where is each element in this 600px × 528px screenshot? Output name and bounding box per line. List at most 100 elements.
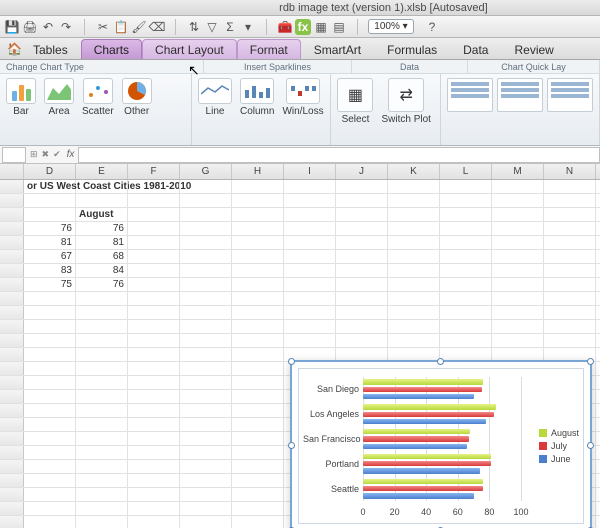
quick-layout-1[interactable]	[447, 78, 493, 112]
fx-icon[interactable]: fx	[295, 19, 311, 35]
quick-layout-3[interactable]	[547, 78, 593, 112]
cell[interactable]	[440, 320, 492, 333]
cell[interactable]	[492, 250, 544, 263]
cell[interactable]: 68	[76, 250, 128, 263]
chart-type-bar[interactable]: Bar	[6, 78, 36, 117]
cell[interactable]	[128, 334, 180, 347]
paint-icon[interactable]: ✂	[95, 19, 111, 35]
spreadsheet-grid[interactable]: D E F G H I J K L M N or US West Coast C…	[0, 164, 600, 528]
row-header[interactable]	[0, 208, 24, 221]
chart-bar[interactable]	[363, 479, 483, 484]
cell[interactable]	[336, 180, 388, 193]
cell[interactable]	[232, 404, 284, 417]
cell[interactable]	[24, 390, 76, 403]
cell[interactable]	[544, 250, 596, 263]
chart-bar[interactable]	[363, 436, 469, 441]
row-header[interactable]	[0, 432, 24, 445]
cell[interactable]	[76, 348, 128, 361]
cell[interactable]	[544, 208, 596, 221]
cell[interactable]	[128, 502, 180, 515]
cell[interactable]	[232, 222, 284, 235]
col-header[interactable]: D	[24, 164, 76, 179]
cell[interactable]	[232, 180, 284, 193]
cell[interactable]	[232, 502, 284, 515]
row-header[interactable]	[0, 180, 24, 193]
cell[interactable]	[24, 446, 76, 459]
resize-handle[interactable]	[288, 442, 295, 449]
col-header[interactable]: K	[388, 164, 440, 179]
row-header[interactable]	[0, 264, 24, 277]
cell[interactable]	[24, 432, 76, 445]
cell[interactable]	[492, 334, 544, 347]
row-header[interactable]	[0, 306, 24, 319]
cell[interactable]	[232, 474, 284, 487]
cell[interactable]	[180, 390, 232, 403]
sparkline-line[interactable]: Line	[198, 78, 232, 117]
cell[interactable]	[284, 236, 336, 249]
cell[interactable]	[388, 194, 440, 207]
cell[interactable]	[440, 334, 492, 347]
tab-review[interactable]: Review	[501, 39, 566, 59]
cell[interactable]	[76, 180, 128, 193]
cell[interactable]	[232, 334, 284, 347]
cell[interactable]	[128, 446, 180, 459]
cell[interactable]	[544, 236, 596, 249]
cell[interactable]	[128, 474, 180, 487]
cell[interactable]	[128, 390, 180, 403]
cell[interactable]	[544, 180, 596, 193]
cell[interactable]	[128, 194, 180, 207]
cell[interactable]	[232, 208, 284, 221]
row-header[interactable]	[0, 362, 24, 375]
cell[interactable]	[180, 418, 232, 431]
cell[interactable]	[76, 432, 128, 445]
chart-type-area[interactable]: Area	[44, 78, 74, 117]
cell[interactable]	[284, 292, 336, 305]
cell[interactable]	[544, 292, 596, 305]
cell[interactable]	[492, 180, 544, 193]
print-icon[interactable]: 🖨	[22, 19, 38, 35]
cell[interactable]	[76, 516, 128, 528]
row-header[interactable]	[0, 474, 24, 487]
cell[interactable]: 84	[76, 264, 128, 277]
cell[interactable]	[232, 418, 284, 431]
col-header[interactable]: I	[284, 164, 336, 179]
cell[interactable]	[24, 404, 76, 417]
cell[interactable]: 76	[24, 222, 76, 235]
cell[interactable]: 75	[24, 278, 76, 291]
cell[interactable]	[180, 446, 232, 459]
cell[interactable]	[180, 488, 232, 501]
row-header[interactable]	[0, 502, 24, 515]
cell[interactable]	[180, 334, 232, 347]
cell[interactable]	[492, 320, 544, 333]
cell[interactable]	[284, 250, 336, 263]
row-header[interactable]	[0, 320, 24, 333]
chart-bar[interactable]	[363, 444, 467, 449]
cell[interactable]	[336, 320, 388, 333]
chart-bar[interactable]	[363, 379, 483, 384]
cell[interactable]	[128, 404, 180, 417]
formula-input[interactable]	[78, 147, 600, 163]
cell[interactable]	[24, 460, 76, 473]
media-icon[interactable]: ▤	[331, 19, 347, 35]
sparkline-column[interactable]: Column	[240, 78, 274, 117]
cell[interactable]	[440, 180, 492, 193]
cell[interactable]: August	[76, 208, 128, 221]
chart-bar[interactable]	[363, 394, 474, 399]
name-box[interactable]	[2, 147, 26, 163]
cell[interactable]	[388, 208, 440, 221]
cell[interactable]	[232, 362, 284, 375]
undo-icon[interactable]: ↶	[40, 19, 56, 35]
chart-bar[interactable]	[363, 454, 491, 459]
cell[interactable]	[492, 306, 544, 319]
zoom-select[interactable]: 100% ▾	[368, 19, 414, 34]
cell[interactable]	[284, 278, 336, 291]
cell[interactable]	[180, 404, 232, 417]
cell[interactable]	[440, 222, 492, 235]
col-header[interactable]: H	[232, 164, 284, 179]
sigma-icon[interactable]: Σ	[222, 19, 238, 35]
cell[interactable]	[128, 432, 180, 445]
chart-bar[interactable]	[363, 468, 480, 473]
row-header[interactable]	[0, 460, 24, 473]
cell[interactable]	[76, 362, 128, 375]
toolbox-icon[interactable]: 🧰	[277, 19, 293, 35]
